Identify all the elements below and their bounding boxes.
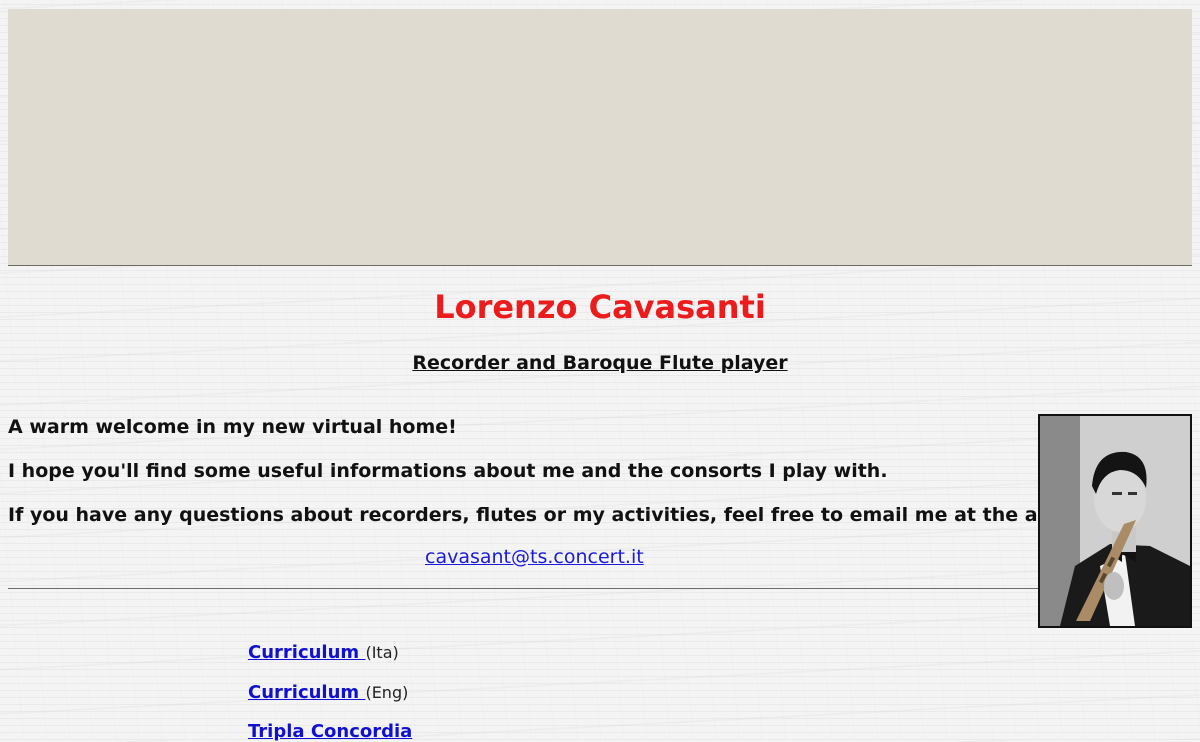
tripla-concordia-link[interactable]: Tripla Concordia [248,721,412,742]
page-title: Lorenzo Cavasanti [434,288,766,326]
divider [8,588,1038,589]
contact-text: If you have any questions about recorder… [8,504,1118,526]
welcome-text: A warm welcome in my new virtual home! [8,416,457,438]
curriculum-ita-link[interactable]: Curriculum [248,642,365,663]
intro-text: I hope you'll find some useful informati… [8,460,888,482]
nav-curriculum-ita: Curriculum (Ita) [248,642,399,663]
lang-tag: (Ita) [365,643,399,662]
nav-curriculum-eng: Curriculum (Eng) [248,682,408,703]
email-link[interactable]: cavasant@ts.concert.it [425,546,644,568]
nav-tripla-concordia: Tripla Concordia [248,721,412,742]
curriculum-eng-link[interactable]: Curriculum [248,682,365,703]
header-banner [8,9,1192,266]
portrait-photo [1038,414,1192,628]
page-subtitle: Recorder and Baroque Flute player [412,352,788,374]
lang-tag: (Eng) [365,683,409,702]
